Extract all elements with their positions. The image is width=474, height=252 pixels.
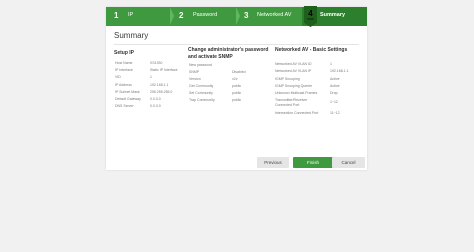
row-value: Static IP Interface <box>150 68 178 72</box>
row-value: Active <box>330 84 340 88</box>
row-key: IP Address <box>115 83 132 87</box>
row-key: SNMP <box>189 70 200 74</box>
row-key: Set Community <box>189 91 213 95</box>
row-key: IGMP Snooping Querier <box>275 84 313 88</box>
row-key: DNS Server <box>115 104 134 108</box>
row-value: v2c <box>232 77 238 81</box>
row-key: Networked AV VLAN ID <box>275 62 312 66</box>
row-key: Host Name <box>115 61 133 65</box>
page-title: Summary <box>114 31 149 40</box>
row-value: public <box>232 98 242 102</box>
step-password[interactable]: 2 Password <box>174 7 236 26</box>
networked-av-heading: Networked AV - Basic Settings <box>275 47 348 53</box>
step-label: Summary <box>320 12 346 18</box>
step-number: 4 <box>308 9 313 18</box>
snmp-heading-line1: Change administrator's password <box>188 47 269 53</box>
networked-av-row: Unknown Multicast Frames Drop <box>275 91 365 96</box>
active-step-badge: 4 STEP <box>304 6 317 27</box>
networked-av-row: Transmitter/Receiver Connected Port 1~12 <box>275 98 365 108</box>
snmp-row: Trap Community public <box>189 98 269 103</box>
row-key: VID <box>115 75 121 79</box>
step-summary[interactable]: 4 STEP Summary <box>302 6 367 27</box>
row-value: public <box>232 84 242 88</box>
row-value: XS1930 <box>150 61 163 65</box>
snmp-heading-line2: and activate SNMP <box>188 54 233 60</box>
row-key: Intersection Connected Port <box>275 111 319 115</box>
snmp-row: Get Community public <box>189 84 269 89</box>
row-value: 0.0.0.0 <box>150 97 161 101</box>
snmp-row: Version v2c <box>189 77 269 82</box>
row-key: IP Subnet Mask <box>115 90 140 94</box>
row-value: 255.255.255.0 <box>150 90 173 94</box>
setup-ip-row: IP Subnet Mask 255.255.255.0 <box>115 90 187 95</box>
row-key: Transmitter/Receiver Connected Port <box>275 98 308 107</box>
networked-av-row: IGMP Snooping Active <box>275 77 365 82</box>
row-value: 1 <box>150 75 152 79</box>
step-number: 1 <box>114 11 119 20</box>
row-key: IGMP Snooping <box>275 77 300 81</box>
row-value: 0.0.0.0 <box>150 104 161 108</box>
row-key: New password <box>189 63 212 67</box>
row-value: 1 <box>330 62 332 66</box>
networked-av-row: Networked AV VLAN IP 192.168.1.1 <box>275 69 365 74</box>
setup-ip-heading: Setup IP <box>114 50 135 56</box>
setup-ip-row: Host Name XS1930 <box>115 61 187 66</box>
step-ip[interactable]: 1 IP <box>106 7 170 26</box>
row-value: public <box>232 91 242 95</box>
setup-ip-row: IP Interface Static IP Interface <box>115 68 187 73</box>
step-number: 3 <box>244 11 249 20</box>
snmp-row: New password <box>189 63 269 68</box>
networked-av-row: Intersection Connected Port 11~12 <box>275 111 365 116</box>
row-value: 11~12 <box>330 111 340 115</box>
row-value: Active <box>330 77 340 81</box>
step-sub-label: STEP <box>307 18 314 21</box>
row-key: IP Interface <box>115 68 133 72</box>
step-label: IP <box>128 12 134 18</box>
finish-button[interactable]: Finish <box>293 157 333 168</box>
wizard-panel: 1 IP 2 Password 3 Networked AV 4 STEP Su… <box>106 6 367 170</box>
row-key: Default Gateway <box>115 97 141 101</box>
step-label: Password <box>193 12 218 18</box>
setup-ip-row: Default Gateway 0.0.0.0 <box>115 97 187 102</box>
step-label: Networked AV <box>257 12 292 18</box>
row-key: Unknown Multicast Frames <box>275 91 318 95</box>
row-key: Version <box>189 77 201 81</box>
row-value: Drop <box>330 91 338 95</box>
row-value: 192.168.1.1 <box>330 69 349 73</box>
row-key: Get Community <box>189 84 214 88</box>
title-divider <box>114 44 359 45</box>
wizard-steps-bar: 1 IP 2 Password 3 Networked AV 4 STEP Su… <box>106 6 367 27</box>
networked-av-row: IGMP Snooping Querier Active <box>275 84 365 89</box>
setup-ip-row: DNS Server 0.0.0.0 <box>115 104 187 109</box>
step-networked-av[interactable]: 3 Networked AV <box>240 7 302 26</box>
row-value: Disabled <box>232 70 246 74</box>
snmp-row: SNMP Disabled <box>189 70 269 75</box>
row-key: Trap Community <box>189 98 215 102</box>
cancel-button[interactable]: Cancel <box>332 157 365 168</box>
previous-button[interactable]: Previous <box>257 157 289 168</box>
networked-av-row: Networked AV VLAN ID 1 <box>275 62 365 67</box>
row-value: 192.168.1.1 <box>150 83 169 87</box>
snmp-row: Set Community public <box>189 91 269 96</box>
setup-ip-row: IP Address 192.168.1.1 <box>115 83 187 88</box>
setup-ip-row: VID 1 <box>115 75 187 80</box>
step-number: 2 <box>179 11 184 20</box>
row-value: 1~12 <box>330 100 338 104</box>
row-key: Networked AV VLAN IP <box>275 69 312 73</box>
